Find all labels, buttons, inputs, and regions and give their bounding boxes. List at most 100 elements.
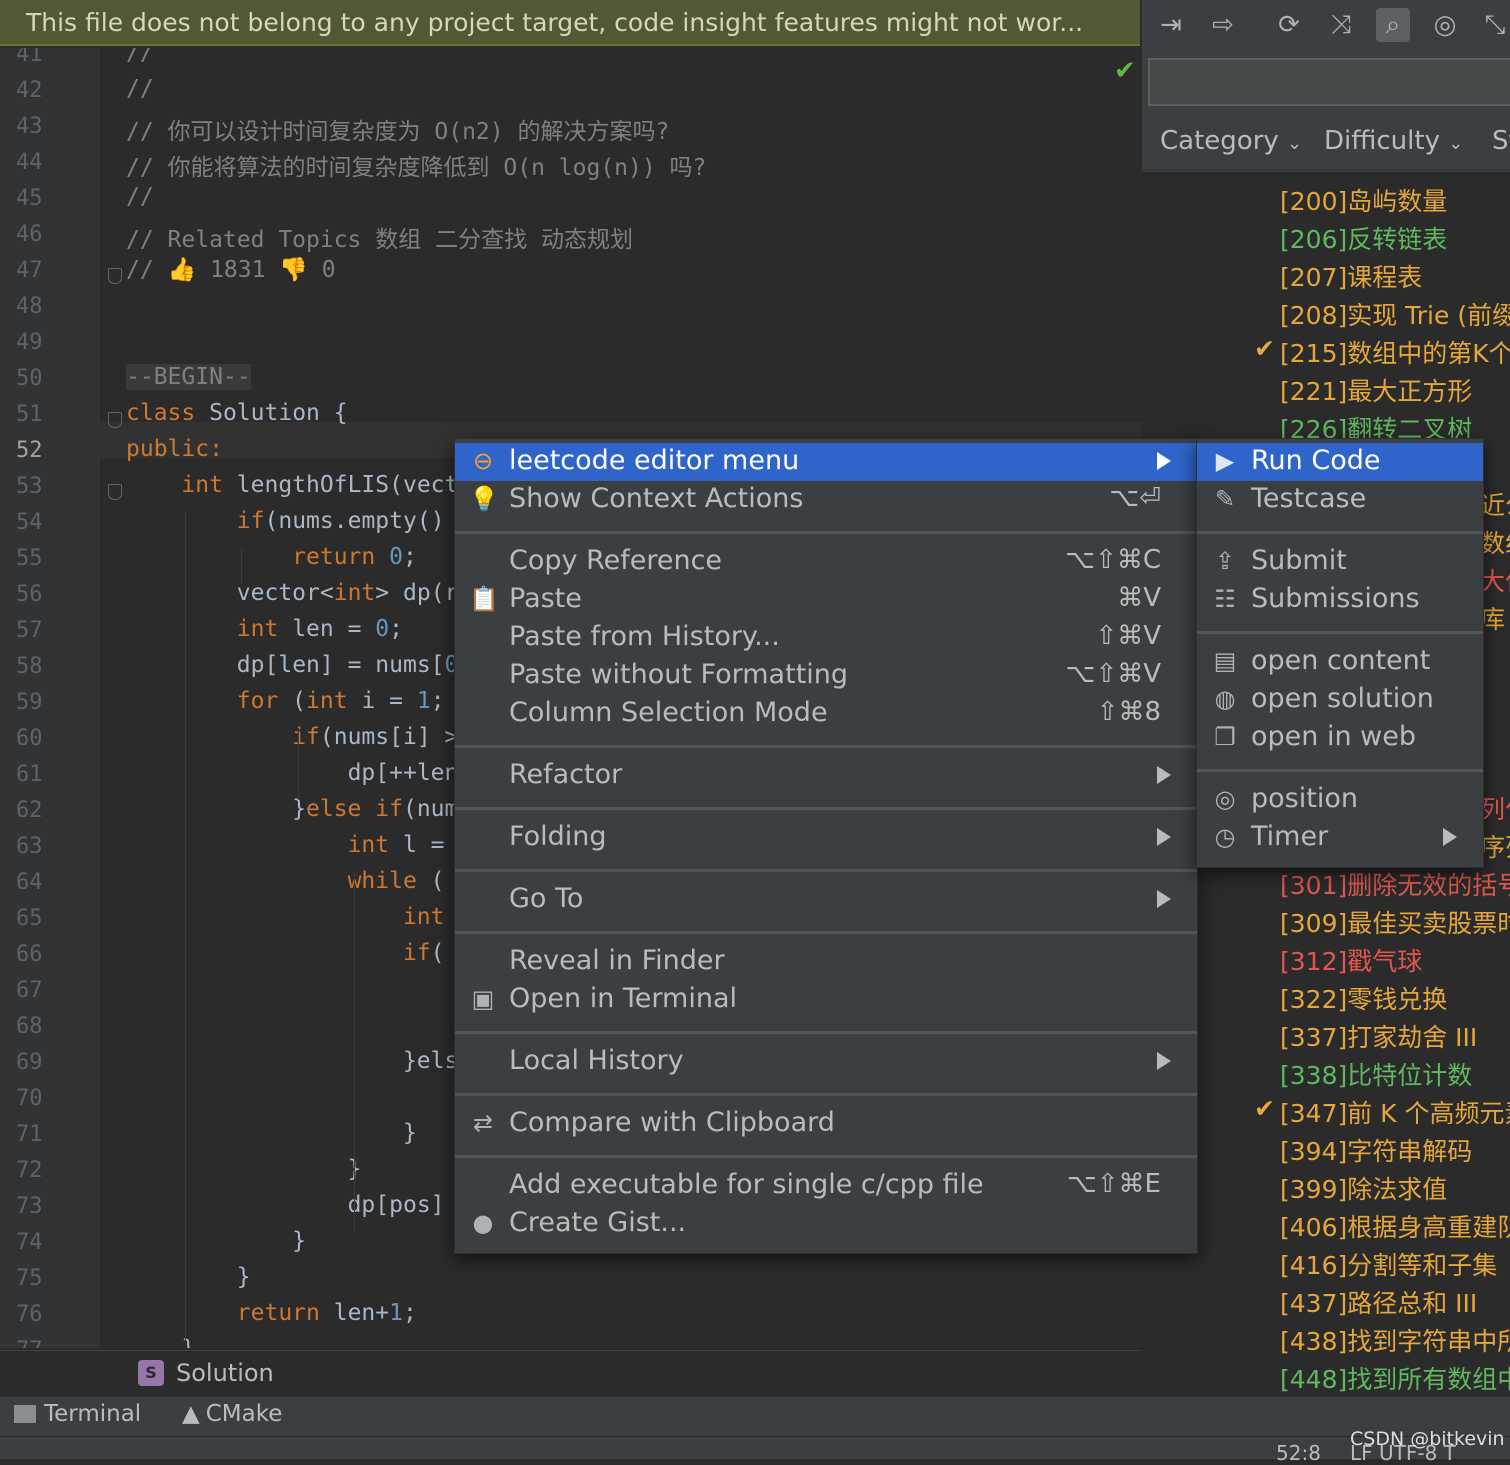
code-line[interactable]: if(nums.empty(): [126, 508, 445, 534]
collapse-icon[interactable]: ⤡: [1478, 8, 1510, 42]
fold-marker-icon[interactable]: [108, 484, 122, 500]
menu-item-refactor[interactable]: Refactor: [455, 757, 1197, 795]
code-line[interactable]: // Related Topics 数组 二分查找 动态规划: [126, 220, 633, 254]
code-line[interactable]: //: [126, 76, 154, 102]
menu-item-create-gist[interactable]: ● Create Gist...: [455, 1205, 1197, 1243]
code-line[interactable]: return len+1;: [126, 1300, 417, 1326]
code-line[interactable]: // 👍 1831 👎 0: [126, 256, 336, 283]
problem-item-peek[interactable]: 序列: [1480, 828, 1510, 864]
problem-item[interactable]: [221]最大正方形: [1280, 372, 1472, 408]
code-line[interactable]: while (: [126, 868, 445, 894]
code-line[interactable]: }: [126, 1228, 306, 1254]
submenu-item-run-code[interactable]: ▶ Run Code: [1197, 443, 1483, 481]
menu-item-reveal-in-finder[interactable]: Reveal in Finder: [455, 943, 1197, 981]
code-line[interactable]: return 0;: [126, 544, 417, 570]
cursor-position[interactable]: 52:8: [1276, 1441, 1321, 1465]
code-line[interactable]: for (int i = 1;: [126, 688, 445, 714]
shuffle-icon[interactable]: ⤨: [1324, 8, 1358, 42]
problem-item[interactable]: [215]数组中的第K个: [1280, 334, 1510, 370]
menu-item-add-executable-for-single-c-cpp-file[interactable]: Add executable for single c/cpp file ⌥⇧⌘E: [455, 1167, 1197, 1205]
code-line[interactable]: // 你能将算法的时间复杂度降低到 O(n log(n)) 吗?: [126, 148, 706, 182]
code-line[interactable]: dp[pos]: [126, 1192, 445, 1218]
problem-item[interactable]: [416]分割等和子集: [1280, 1246, 1497, 1282]
code-line[interactable]: int: [126, 904, 445, 930]
problem-item[interactable]: [206]反转链表: [1280, 220, 1447, 256]
submenu-item-submissions[interactable]: ☷ Submissions: [1197, 581, 1483, 619]
locate-icon[interactable]: ◎: [1428, 8, 1462, 42]
menu-item-copy-reference[interactable]: Copy Reference ⌥⇧⌘C: [455, 543, 1197, 581]
code-line[interactable]: int lengthOfLIS(vect: [126, 472, 458, 498]
problem-item[interactable]: [207]课程表: [1280, 258, 1422, 294]
code-line[interactable]: vector<int> dp(r: [126, 580, 459, 606]
code-line[interactable]: public:: [126, 436, 223, 462]
terminal-tab[interactable]: Terminal: [14, 1401, 141, 1427]
menu-item-paste-without-formatting[interactable]: Paste without Formatting ⌥⇧⌘V: [455, 657, 1197, 695]
menu-item-open-in-terminal[interactable]: ▣ Open in Terminal: [455, 981, 1197, 1019]
submenu-item-timer[interactable]: ◷ Timer: [1197, 819, 1483, 857]
category-filter[interactable]: Category ⌄: [1160, 126, 1302, 156]
editor-context-menu[interactable]: ⊖ leetcode editor menu 💡 Show Context Actio…: [454, 438, 1198, 1254]
problem-item[interactable]: [337]打家劫舍 III: [1280, 1018, 1477, 1054]
problem-item[interactable]: [200]岛屿数量: [1280, 182, 1447, 218]
problem-item-peek[interactable]: 近公: [1480, 486, 1510, 522]
menu-item-paste-from-history[interactable]: Paste from History... ⇧⌘V: [455, 619, 1197, 657]
problem-item-peek[interactable]: 列化: [1480, 790, 1510, 826]
problem-item[interactable]: [322]零钱兑换: [1280, 980, 1447, 1016]
code-line[interactable]: if(: [126, 940, 445, 966]
code-line[interactable]: int l =: [126, 832, 445, 858]
problem-item-peek[interactable]: 数组: [1480, 524, 1510, 560]
problem-item[interactable]: [301]删除无效的括号: [1280, 866, 1510, 902]
code-line[interactable]: class Solution {: [126, 400, 348, 426]
submenu-item-submit[interactable]: ⇪ Submit: [1197, 543, 1483, 581]
menu-item-show-context-actions[interactable]: 💡 Show Context Actions ⌥⏎: [455, 481, 1197, 519]
inspection-ok-icon[interactable]: ✔: [1114, 56, 1136, 86]
problem-item[interactable]: [399]除法求值: [1280, 1170, 1447, 1206]
submenu-item-open-solution[interactable]: ◍ open solution: [1197, 681, 1483, 719]
menu-item-compare-with-clipboard[interactable]: ⇄ Compare with Clipboard: [455, 1105, 1197, 1143]
submenu-item-open-content[interactable]: ▤ open content: [1197, 643, 1483, 681]
problem-item[interactable]: [312]戳气球: [1280, 942, 1422, 978]
problem-item[interactable]: [438]找到字符串中所: [1280, 1322, 1510, 1358]
code-line[interactable]: dp[len] = nums[0: [126, 652, 459, 678]
difficulty-filter[interactable]: Difficulty ⌄: [1324, 126, 1463, 156]
problem-search-input[interactable]: [1148, 58, 1510, 106]
submenu-item-position[interactable]: ◎ position: [1197, 781, 1483, 819]
code-line[interactable]: }: [126, 1156, 362, 1182]
problem-item[interactable]: [406]根据身高重建队: [1280, 1208, 1510, 1244]
submenu-item-open-in-web[interactable]: ❐ open in web: [1197, 719, 1483, 757]
fold-marker-icon[interactable]: [108, 268, 122, 284]
problem-item[interactable]: [437]路径总和 III: [1280, 1284, 1477, 1320]
logout-icon[interactable]: ⇨: [1206, 8, 1240, 42]
code-line[interactable]: //: [126, 184, 154, 210]
cmake-tab[interactable]: ▲ CMake: [182, 1401, 282, 1427]
fold-marker-icon[interactable]: [108, 412, 122, 428]
code-line[interactable]: }else if(num: [126, 796, 458, 822]
problem-item[interactable]: [309]最佳买卖股票时: [1280, 904, 1510, 940]
problem-item[interactable]: [448]找到所有数组中: [1280, 1360, 1510, 1396]
submenu-item-testcase[interactable]: ✎ Testcase: [1197, 481, 1483, 519]
code-line[interactable]: dp[++len: [126, 760, 459, 786]
problem-item[interactable]: [208]实现 Trie (前缀: [1280, 296, 1510, 332]
code-line[interactable]: }els: [126, 1048, 458, 1074]
problem-item[interactable]: [338]比特位计数: [1280, 1056, 1472, 1092]
status-filter[interactable]: St: [1492, 126, 1510, 156]
code-line[interactable]: }: [126, 1264, 251, 1290]
code-line[interactable]: if(nums[i] >: [126, 724, 458, 750]
problem-item[interactable]: [394]字符串解码: [1280, 1132, 1472, 1168]
code-line[interactable]: // 你可以设计时间复杂度为 O(n2) 的解决方案吗?: [126, 112, 669, 146]
leetcode-submenu[interactable]: ▶ Run Code ✎ Testcase ⇪ Submit ☷ Submissions ▤ op…: [1196, 438, 1484, 868]
problem-item-peek[interactable]: 大仁: [1480, 562, 1510, 598]
code-line[interactable]: int len = 0;: [126, 616, 403, 642]
breadcrumb-label[interactable]: Solution: [176, 1359, 274, 1387]
code-line[interactable]: }: [126, 1120, 417, 1146]
menu-item-column-selection-mode[interactable]: Column Selection Mode ⇧⌘8: [455, 695, 1197, 733]
menu-item-paste[interactable]: 📋 Paste ⌘V: [455, 581, 1197, 619]
menu-item-go-to[interactable]: Go To: [455, 881, 1197, 919]
refresh-icon[interactable]: ⟳: [1272, 8, 1306, 42]
menu-item-leetcode-editor-menu[interactable]: ⊖ leetcode editor menu: [455, 443, 1197, 481]
menu-item-folding[interactable]: Folding: [455, 819, 1197, 857]
code-line[interactable]: --BEGIN--: [126, 364, 251, 390]
login-icon[interactable]: ⇥: [1154, 8, 1188, 42]
problem-item[interactable]: [347]前 K 个高频元素: [1280, 1094, 1510, 1130]
menu-item-local-history[interactable]: Local History: [455, 1043, 1197, 1081]
